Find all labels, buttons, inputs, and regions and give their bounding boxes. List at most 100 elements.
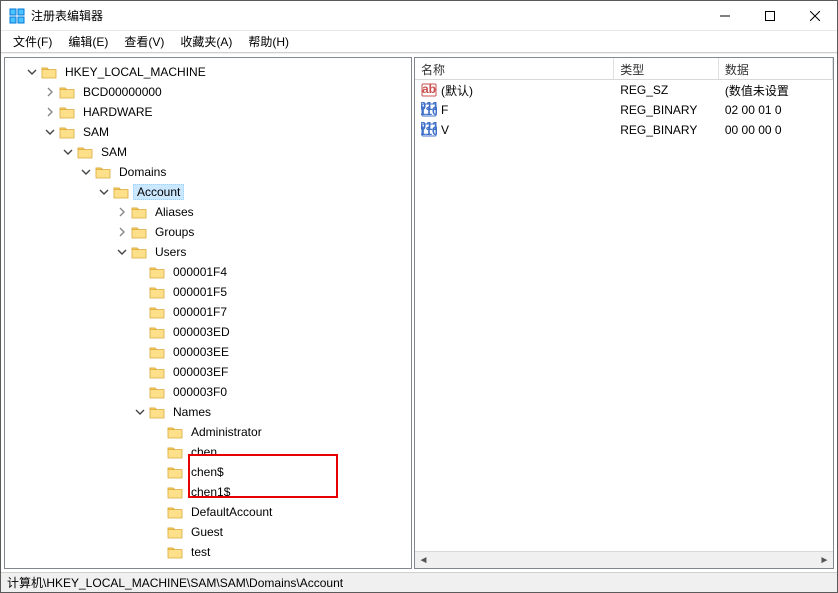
- tree-node[interactable]: chen1$: [5, 482, 411, 502]
- menu-view[interactable]: 查看(V): [116, 31, 172, 52]
- expander-icon[interactable]: [61, 145, 75, 159]
- tree-pane[interactable]: HKEY_LOCAL_MACHINE BCD00000000HARDWARE SAM…: [4, 57, 412, 569]
- tree-node[interactable]: Names: [5, 402, 411, 422]
- tree-node[interactable]: SAM: [5, 142, 411, 162]
- menu-edit[interactable]: 编辑(E): [60, 31, 116, 52]
- expander-icon[interactable]: [97, 185, 111, 199]
- expander-icon[interactable]: [43, 125, 57, 139]
- tree-label: 000001F4: [169, 264, 231, 280]
- tree-label: Groups: [151, 224, 198, 240]
- minimize-button[interactable]: [702, 1, 747, 30]
- scroll-left-icon[interactable]: ◄: [415, 555, 432, 566]
- menu-favorites[interactable]: 收藏夹(A): [172, 31, 240, 52]
- expander-icon[interactable]: [25, 65, 39, 79]
- tree-node[interactable]: 000001F7: [5, 302, 411, 322]
- value-data: (数值未设置: [725, 82, 789, 99]
- folder-icon: [149, 405, 165, 419]
- tree-node[interactable]: DefaultAccount: [5, 502, 411, 522]
- status-path: 计算机\HKEY_LOCAL_MACHINE\SAM\SAM\Domains\A…: [7, 574, 343, 591]
- folder-icon: [113, 185, 129, 199]
- tree-label: SAM: [97, 144, 131, 160]
- tree-label: 000003EF: [169, 364, 232, 380]
- menu-file[interactable]: 文件(F): [5, 31, 60, 52]
- expander-icon[interactable]: [115, 225, 129, 239]
- folder-icon: [95, 165, 111, 179]
- tree-node[interactable]: test: [5, 542, 411, 562]
- tree-node[interactable]: 000003EF: [5, 362, 411, 382]
- tree-node[interactable]: chen: [5, 442, 411, 462]
- tree-node[interactable]: Guest: [5, 522, 411, 542]
- tree-node[interactable]: HARDWARE: [5, 102, 411, 122]
- expander-icon[interactable]: [115, 205, 129, 219]
- folder-icon: [131, 205, 147, 219]
- tree-node[interactable]: 000003ED: [5, 322, 411, 342]
- maximize-button[interactable]: [747, 1, 792, 30]
- tree-node[interactable]: Administrator: [5, 422, 411, 442]
- folder-icon: [149, 285, 165, 299]
- tree-label: 000003EE: [169, 344, 233, 360]
- tree-label: SAM: [79, 124, 113, 140]
- expander-icon[interactable]: [115, 245, 129, 259]
- titlebar[interactable]: 注册表编辑器: [1, 1, 837, 31]
- value-name: (默认): [441, 82, 473, 99]
- folder-icon: [167, 545, 183, 559]
- folder-icon: [149, 325, 165, 339]
- binary-value-icon: [421, 102, 437, 118]
- tree-label: Names: [169, 404, 215, 420]
- folder-icon: [167, 425, 183, 439]
- folder-icon: [77, 145, 93, 159]
- column-header-type[interactable]: 类型: [614, 58, 719, 79]
- folder-icon: [167, 465, 183, 479]
- regedit-window: 注册表编辑器 文件(F) 编辑(E) 查看(V) 收藏夹(A) 帮助(H) HK…: [0, 0, 838, 593]
- tree-node[interactable]: Groups: [5, 222, 411, 242]
- tree-node[interactable]: BCD00000000: [5, 82, 411, 102]
- folder-icon: [149, 345, 165, 359]
- tree-node[interactable]: 000001F4: [5, 262, 411, 282]
- tree-label: Guest: [187, 524, 227, 540]
- tree-node[interactable]: Domains: [5, 162, 411, 182]
- tree-node[interactable]: SAM: [5, 122, 411, 142]
- binary-value-icon: [421, 122, 437, 138]
- folder-icon: [59, 85, 75, 99]
- column-header-data[interactable]: 数据: [719, 58, 833, 79]
- value-type: REG_BINARY: [620, 103, 697, 117]
- tree-label: Users: [151, 244, 190, 260]
- folder-icon: [149, 385, 165, 399]
- tree-label: Aliases: [151, 204, 198, 220]
- tree-node[interactable]: Aliases: [5, 202, 411, 222]
- tree-node[interactable]: 000001F5: [5, 282, 411, 302]
- window-title: 注册表编辑器: [31, 7, 702, 24]
- tree-label: Domains: [115, 164, 170, 180]
- tree-node[interactable]: HKEY_LOCAL_MACHINE: [5, 62, 411, 82]
- folder-icon: [167, 485, 183, 499]
- folder-icon: [59, 125, 75, 139]
- tree-node[interactable]: Users: [5, 242, 411, 262]
- folder-icon: [131, 245, 147, 259]
- value-data: 02 00 01 0: [725, 103, 782, 117]
- folder-icon: [149, 265, 165, 279]
- tree-label: HKEY_LOCAL_MACHINE: [61, 64, 210, 80]
- expander-icon[interactable]: [79, 165, 93, 179]
- tree-label: DefaultAccount: [187, 504, 276, 520]
- scroll-right-icon[interactable]: ►: [816, 555, 833, 566]
- list-row[interactable]: (默认)REG_SZ(数值未设置: [415, 80, 833, 100]
- tree-label: chen$: [187, 464, 228, 480]
- expander-icon[interactable]: [133, 405, 147, 419]
- close-icon: [810, 11, 820, 21]
- tree-node[interactable]: 000003EE: [5, 342, 411, 362]
- minimize-icon: [720, 11, 730, 21]
- close-button[interactable]: [792, 1, 837, 30]
- list-row[interactable]: VREG_BINARY00 00 00 0: [415, 120, 833, 140]
- expander-icon[interactable]: [43, 85, 57, 99]
- values-list[interactable]: (默认)REG_SZ(数值未设置FREG_BINARY02 00 01 0VRE…: [415, 80, 833, 551]
- tree-node[interactable]: chen$: [5, 462, 411, 482]
- list-row[interactable]: FREG_BINARY02 00 01 0: [415, 100, 833, 120]
- tree-node[interactable]: 000003F0: [5, 382, 411, 402]
- expander-icon[interactable]: [43, 105, 57, 119]
- value-type: REG_BINARY: [620, 123, 697, 137]
- horizontal-scrollbar[interactable]: ◄ ►: [415, 551, 833, 568]
- menu-help[interactable]: 帮助(H): [240, 31, 297, 52]
- registry-tree: HKEY_LOCAL_MACHINE BCD00000000HARDWARE SAM…: [5, 62, 411, 562]
- tree-node[interactable]: Account: [5, 182, 411, 202]
- column-header-name[interactable]: 名称: [415, 58, 614, 79]
